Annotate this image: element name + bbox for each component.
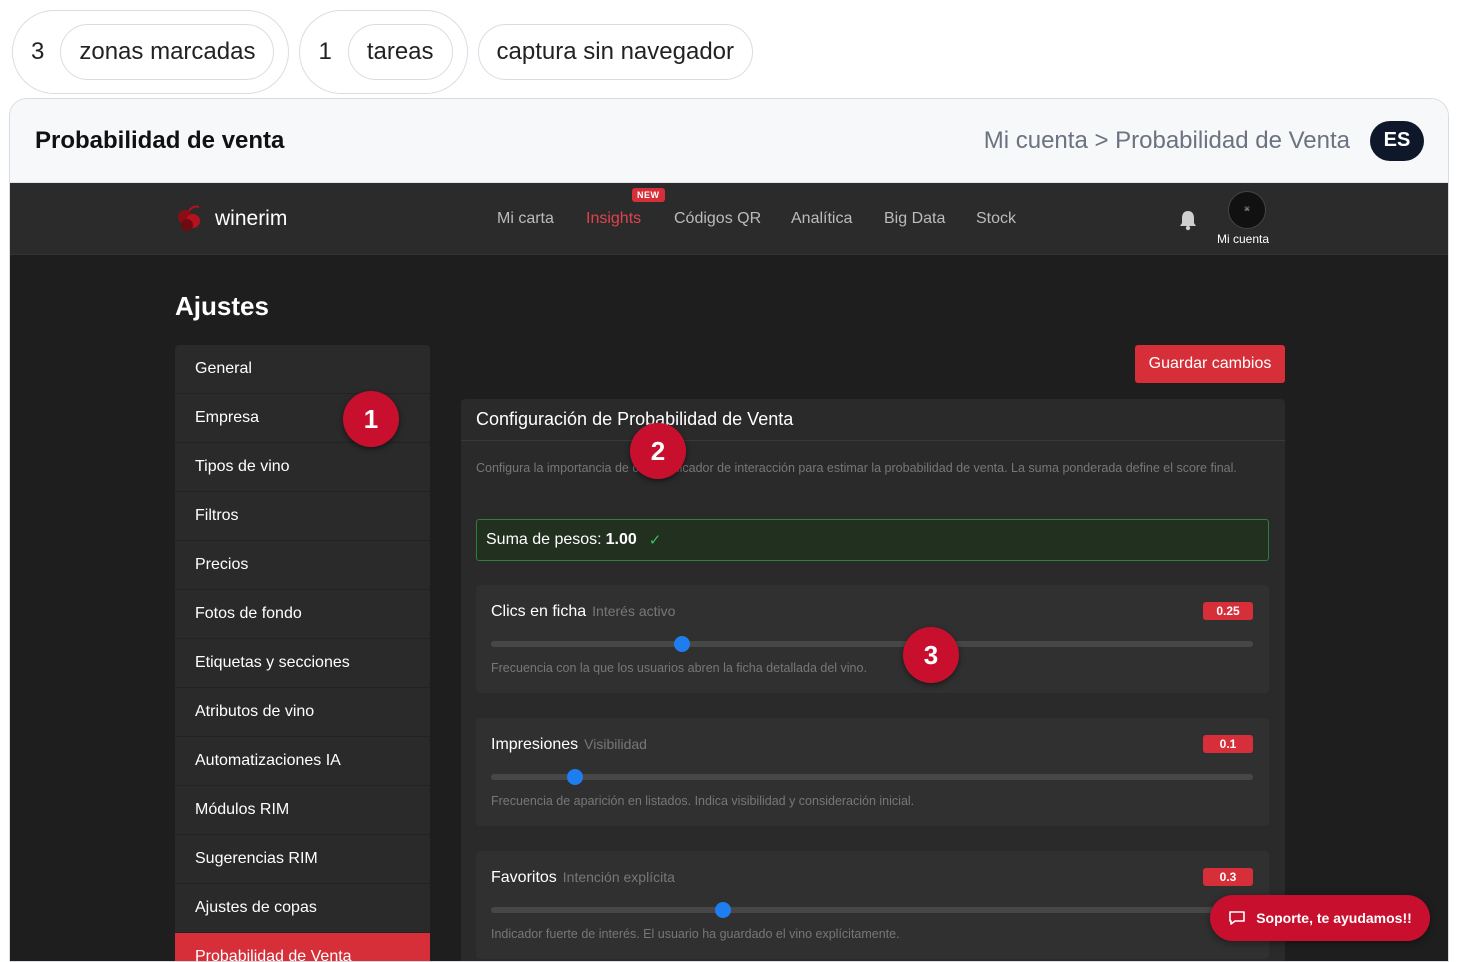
chip-zones-count: 3 xyxy=(31,38,45,65)
weight-desc: Frecuencia de aparición en listados. Ind… xyxy=(491,794,915,808)
sidebar-item-filtros[interactable]: Filtros xyxy=(175,492,430,541)
check-icon: ✓ xyxy=(648,532,662,549)
sidebar-item-modulos-rim[interactable]: Módulos RIM xyxy=(175,786,430,835)
weight-value-badge: 0.3 xyxy=(1203,868,1253,886)
panel-description: Configura la importancia de cada indicad… xyxy=(476,461,1237,475)
chip-tasks-label: tareas xyxy=(347,24,453,80)
weight-label: Impresiones xyxy=(491,736,579,753)
support-label: Soporte, te ayudamos!! xyxy=(1256,910,1412,926)
chip-zones-label: zonas marcadas xyxy=(60,24,275,80)
weight-sub: Interés activo xyxy=(592,603,676,619)
probability-panel: Configuración de Probabilidad de Venta C… xyxy=(461,399,1285,961)
weight-card: Impresiones Visibilidad 0.1 Frecuencia de… xyxy=(476,718,1269,826)
sidebar-item-automatizaciones[interactable]: Automatizaciones IA xyxy=(175,737,430,786)
brand-name: winerim xyxy=(215,207,288,230)
nav-big-data[interactable]: Big Data xyxy=(884,210,945,228)
card-header: Probabilidad de venta Mi cuenta > Probab… xyxy=(10,99,1448,183)
chip-zones[interactable]: 3 zonas marcadas xyxy=(12,10,290,94)
weight-card: Favoritos Intención explícita 0.3 Indicad… xyxy=(476,851,1269,959)
sum-label: Suma de pesos: xyxy=(486,531,602,548)
zone-chips: 3 zonas marcadas 1 tareas captura sin na… xyxy=(12,10,754,94)
weight-slider[interactable] xyxy=(491,636,1253,652)
bell-icon[interactable] xyxy=(1178,209,1198,231)
weight-sub: Visibilidad xyxy=(584,736,647,752)
nav-analitica[interactable]: Analítica xyxy=(791,210,852,228)
chat-icon xyxy=(1229,911,1246,925)
weight-value-badge: 0.1 xyxy=(1203,735,1253,753)
new-badge: NEW xyxy=(632,188,665,202)
weights-sum-box: Suma de pesos: 1.00 ✓ xyxy=(476,519,1269,561)
nav-insights[interactable]: Insights xyxy=(586,210,641,228)
panel-title: Configuración de Probabilidad de Venta xyxy=(461,399,1285,441)
sidebar-item-tipos-de-vino[interactable]: Tipos de vino xyxy=(175,443,430,492)
sidebar-item-atributos[interactable]: Atributos de vino xyxy=(175,688,430,737)
slider-thumb[interactable] xyxy=(673,636,690,652)
weight-card: Clics en ficha Interés activo 0.25 Frecue… xyxy=(476,585,1269,693)
weight-label: Clics en ficha xyxy=(491,603,587,620)
screenshot-card: Probabilidad de venta Mi cuenta > Probab… xyxy=(9,98,1449,962)
grape-icon xyxy=(178,205,200,231)
zone-marker-2: 2 xyxy=(630,423,686,479)
brand-logo[interactable]: winerim xyxy=(175,205,287,233)
page-title: Ajustes xyxy=(175,291,269,321)
account-avatar[interactable]: ⌘ xyxy=(1228,191,1266,229)
chip-tasks-count: 1 xyxy=(318,38,332,65)
app-viewport: winerim Mi carta NEW Insights Códigos QR… xyxy=(10,183,1448,961)
zone-marker-3: 3 xyxy=(903,627,959,683)
account-label[interactable]: Mi cuenta xyxy=(1217,232,1269,246)
weight-desc: Indicador fuerte de interés. El usuario … xyxy=(491,927,900,941)
language-badge[interactable]: ES xyxy=(1370,120,1424,161)
card-header-right: Mi cuenta > Probabilidad de Venta ES xyxy=(983,120,1424,161)
card-title: Probabilidad de venta xyxy=(35,126,285,154)
weight-label-wrap: Impresiones Visibilidad xyxy=(491,736,647,754)
breadcrumb: Mi cuenta > Probabilidad de Venta xyxy=(983,126,1350,154)
sidebar-item-ajustes-copas[interactable]: Ajustes de copas xyxy=(175,884,430,933)
save-button[interactable]: Guardar cambios xyxy=(1135,345,1285,383)
sidebar-item-general[interactable]: General xyxy=(175,345,430,394)
sidebar-item-probabilidad-venta[interactable]: Probabilidad de Venta xyxy=(175,933,430,961)
weight-label-wrap: Clics en ficha Interés activo xyxy=(491,603,675,621)
sidebar-item-precios[interactable]: Precios xyxy=(175,541,430,590)
weight-label-wrap: Favoritos Intención explícita xyxy=(491,869,675,887)
nav-codigos-qr[interactable]: Códigos QR xyxy=(674,210,761,228)
weight-value-badge: 0.25 xyxy=(1203,602,1253,620)
weight-slider[interactable] xyxy=(491,902,1253,918)
chip-tasks[interactable]: 1 tareas xyxy=(299,10,468,94)
weight-label: Favoritos xyxy=(491,869,557,886)
weight-sub: Intención explícita xyxy=(562,869,675,885)
nav-stock[interactable]: Stock xyxy=(976,210,1016,228)
avatar-logo-icon: ⌘ xyxy=(1244,207,1250,213)
weight-desc: Frecuencia con la que los usuarios abren… xyxy=(491,661,867,675)
zone-marker-1: 1 xyxy=(343,391,399,447)
support-button[interactable]: Soporte, te ayudamos!! xyxy=(1210,895,1430,941)
sidebar-item-sugerencias-rim[interactable]: Sugerencias RIM xyxy=(175,835,430,884)
slider-thumb[interactable] xyxy=(566,769,583,785)
capture-chip[interactable]: captura sin navegador xyxy=(477,24,754,80)
sidebar-item-etiquetas[interactable]: Etiquetas y secciones xyxy=(175,639,430,688)
sidebar-item-fotos-de-fondo[interactable]: Fotos de fondo xyxy=(175,590,430,639)
weight-slider[interactable] xyxy=(491,769,1253,785)
nav-mi-carta[interactable]: Mi carta xyxy=(497,210,554,228)
slider-thumb[interactable] xyxy=(715,902,732,918)
sum-value: 1.00 xyxy=(605,531,637,548)
top-nav: winerim Mi carta NEW Insights Códigos QR… xyxy=(10,183,1448,255)
